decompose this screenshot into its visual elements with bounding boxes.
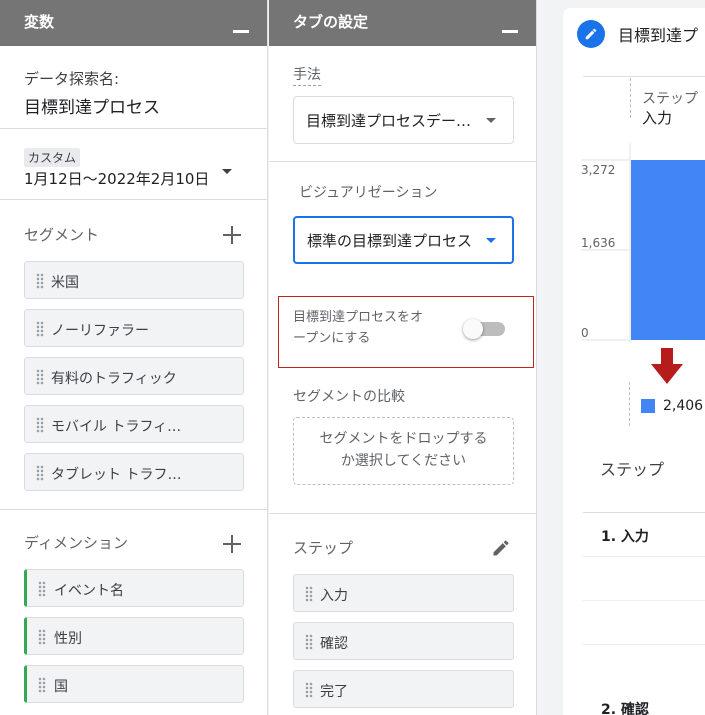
table-divider [583,644,705,645]
variables-panel: 変数 データ探索名: 目標到達プロセス カスタム 1月12日～2022年2月10… [0,0,268,715]
report-title[interactable]: 目標到達プ [618,22,698,46]
report-panel: 目標到達プ ステップ 入力 3,272 1,636 0 2,406 ステップ 1. … [563,8,705,715]
chevron-down-icon [486,238,496,243]
segment-chip[interactable]: モバイル トラフィ… [24,405,244,443]
dimension-chip[interactable]: 性別 [24,617,244,655]
date-range-badge: カスタム [24,148,81,167]
minimize-icon[interactable] [233,30,249,33]
visualization-section: ビジュアリゼーション 標準の目標到達プロセス [269,162,536,284]
table-row[interactable]: 2. 確認 [601,699,649,715]
drag-handle-icon[interactable] [305,634,313,650]
segment-chip[interactable]: ノーリファラー [24,309,244,347]
visualization-value: 標準の目標到達プロセス [307,232,473,250]
drag-handle-icon[interactable] [36,369,44,385]
step-chip[interactable]: 確認 [293,622,514,660]
legend-swatch [641,399,655,413]
technique-select[interactable]: 目標到達プロセスデー… [293,96,514,144]
visualization-select[interactable]: 標準の目標到達プロセス [293,216,514,264]
segments-section: セグメント 米国 ノーリファラー 有料のトラフィック モバイル トラフィ… タブ… [0,200,267,510]
minimize-icon[interactable] [502,30,518,33]
pencil-icon [585,28,597,40]
step-chip[interactable]: 完了 [293,670,514,708]
edit-steps-icon[interactable] [491,538,511,558]
drag-handle-icon[interactable] [38,629,46,645]
table-header-step: ステップ [600,460,665,479]
y-tick-label: 0 [581,326,589,340]
variables-panel-title: 変数 [24,13,55,31]
tab-settings-panel: タブの設定 手法 目標到達プロセスデー… ビジュアリゼーション 標準の目標到達プ… [269,0,537,715]
funnel-chart: 3,272 1,636 0 [581,143,705,343]
y-tick-label: 1,636 [581,236,615,250]
dimension-chip[interactable]: 国 [24,665,244,703]
exploration-name-label: データ探索名: [24,70,120,88]
segment-chip[interactable]: タブレット トラフ… [24,453,244,491]
y-tick-label: 3,272 [581,163,615,177]
legend-separator [629,382,630,426]
dimensions-label: ディメンション [24,534,128,552]
table-divider [583,556,705,557]
exploration-name[interactable]: 目標到達プロセス [24,93,267,118]
step-header-value: 入力 [642,109,673,127]
step-chip[interactable]: 入力 [293,574,514,612]
add-dimension-icon[interactable] [223,535,241,553]
add-segment-icon[interactable] [223,226,241,244]
open-funnel-toggle-knob[interactable] [463,319,483,339]
legend-value: 2,406 [663,398,704,414]
segment-comparison-label: セグメントの比較 [293,389,405,405]
tab-settings-title: タブの設定 [293,13,369,31]
steps-section: ステップ 入力 確認 完了 [269,514,536,715]
dimension-chip[interactable]: イベント名 [24,569,244,607]
funnel-bar[interactable] [631,160,705,340]
technique-label: 手法 [293,64,321,86]
open-funnel-highlight: 目標到達プロセスをオ ープンにする [278,296,534,368]
segments-label: セグメント [24,226,100,244]
step-header-label: ステップ [642,91,698,107]
edit-report-icon[interactable] [577,20,605,48]
visualization-label: ビジュアリゼーション [299,185,438,201]
date-range-dropdown-icon[interactable] [222,169,232,174]
steps-label: ステップ [293,539,354,557]
step-separator [630,78,631,118]
technique-value: 目標到達プロセスデー… [306,112,472,130]
variables-panel-header: 変数 [0,0,267,46]
technique-section: 手法 目標到達プロセスデー… [269,46,536,162]
dropoff-arrow-icon [651,348,683,384]
drag-handle-icon[interactable] [38,677,46,693]
drag-handle-icon[interactable] [36,273,44,289]
date-range-section[interactable]: カスタム 1月12日～2022年2月10日 [0,129,267,200]
report-divider [583,76,705,77]
drag-handle-icon[interactable] [38,581,46,597]
table-divider [583,600,705,601]
drag-handle-icon[interactable] [305,682,313,698]
segment-comparison-section: セグメントの比較 セグメントをドロップする か選択してください [269,368,536,514]
open-funnel-label: 目標到達プロセスをオ ープンにする [293,310,424,346]
table-row[interactable]: 1. 入力 [601,526,649,546]
drag-handle-icon[interactable] [36,465,44,481]
exploration-name-section: データ探索名: 目標到達プロセス [0,46,267,129]
segment-chip[interactable]: 有料のトラフィック [24,357,244,395]
segment-chip[interactable]: 米国 [24,261,244,299]
segment-drop-zone[interactable]: セグメントをドロップする か選択してください [293,417,514,485]
table-divider [583,512,705,513]
drag-handle-icon[interactable] [36,417,44,433]
tab-settings-header: タブの設定 [269,0,536,46]
drag-handle-icon[interactable] [36,321,44,337]
dimensions-section: ディメンション イベント名 性別 国 [0,510,267,703]
drag-handle-icon[interactable] [305,586,313,602]
chevron-down-icon [486,118,496,123]
